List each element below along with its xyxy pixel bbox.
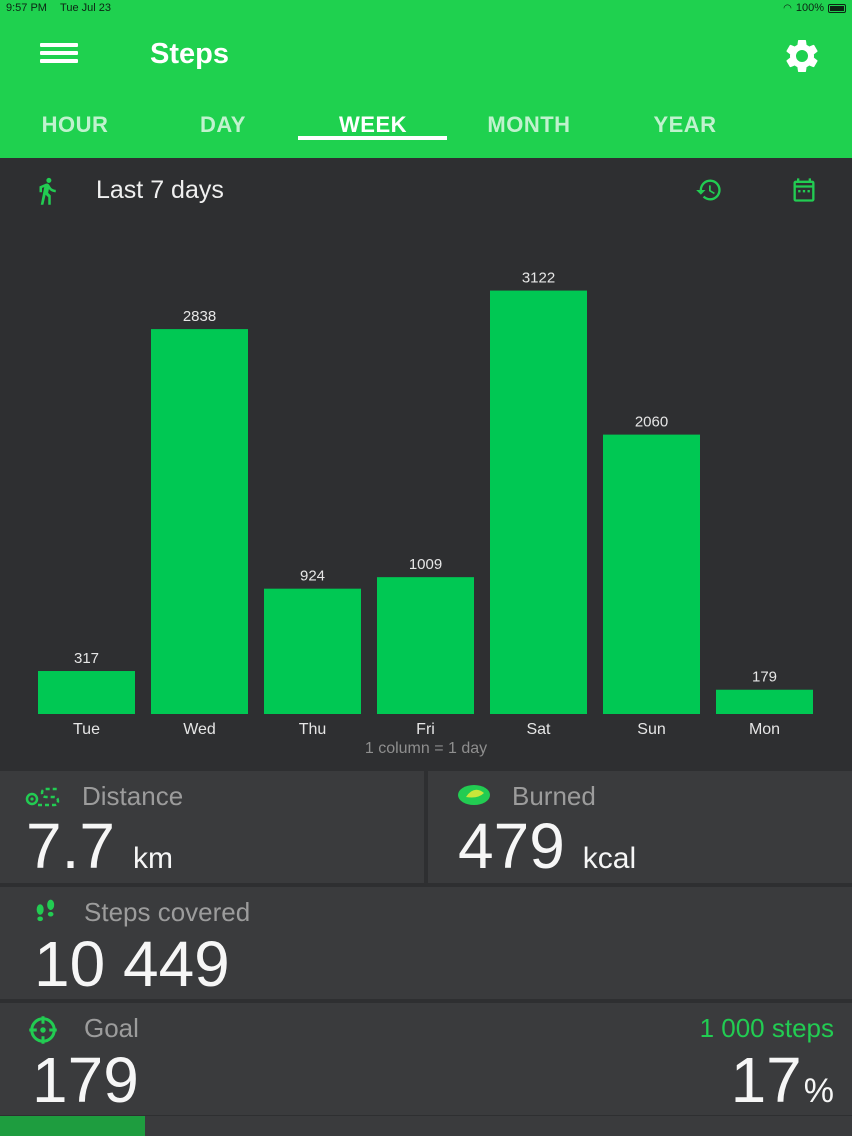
x-tick-label: Sat (526, 721, 551, 738)
burned-value-row: 479 kcal (458, 809, 636, 883)
page-title: Steps (150, 38, 229, 70)
bar-thu[interactable] (264, 588, 361, 714)
bar-fri[interactable] (377, 577, 474, 714)
burned-icon (458, 785, 490, 805)
gear-icon[interactable] (780, 36, 824, 76)
battery-icon (828, 3, 846, 13)
goal-percent-row: 17% (731, 1043, 834, 1117)
steps-value: 10 449 (34, 928, 230, 1000)
bar-value-label: 317 (74, 650, 99, 667)
range-label: Last 7 days (96, 176, 224, 204)
period-tabs: HOUR DAY WEEK MONTH YEAR (0, 106, 852, 158)
x-tick-label: Thu (299, 721, 327, 738)
distance-value: 7.7 (26, 810, 115, 882)
bar-sat[interactable] (490, 290, 587, 714)
goal-progress-track (0, 1116, 852, 1136)
x-tick-label: Fri (416, 721, 435, 738)
burned-card: Burned 479 kcal (428, 771, 852, 883)
bar-value-label: 3122 (522, 270, 555, 287)
bar-sun[interactable] (603, 434, 700, 714)
goal-icon (29, 1016, 57, 1044)
distance-label: Distance (82, 781, 184, 811)
tab-month[interactable]: MONTH (454, 106, 604, 158)
steps-card: Steps covered 10 449 (0, 887, 852, 1000)
goal-label: Goal (84, 1013, 139, 1043)
goal-percent-unit: % (803, 1072, 834, 1110)
steps-bar-chart: 317 Tue 2838 Wed 924 Thu 1009 Fri 3122 Sat 2060 Sun… (38, 270, 813, 738)
wifi-icon: ◠ (783, 2, 792, 14)
distance-unit: km (132, 842, 173, 875)
x-tick-label: Sun (637, 721, 665, 738)
menu-icon[interactable] (30, 38, 86, 72)
chart-subtitle: 1 column = 1 day (364, 740, 488, 757)
tab-week[interactable]: WEEK (298, 106, 448, 158)
bar-tue[interactable] (38, 671, 135, 714)
bar-wed[interactable] (151, 329, 248, 714)
x-tick-label: Tue (73, 721, 100, 738)
distance-value-row: 7.7 km (26, 809, 173, 883)
x-tick-label: Mon (749, 721, 780, 738)
history-icon[interactable] (692, 176, 726, 204)
goal-value: 179 (32, 1044, 139, 1116)
status-bar: 9:57 PM Tue Jul 23 ◠ 100% (0, 0, 852, 18)
bar-value-label: 179 (752, 669, 777, 686)
footsteps-icon (36, 899, 55, 922)
bar-value-label: 924 (300, 568, 325, 585)
distance-card: Distance 7.7 km (0, 771, 424, 883)
bar-value-label: 2838 (183, 308, 216, 325)
status-date: Tue Jul 23 (60, 2, 111, 14)
tab-day[interactable]: DAY (148, 106, 298, 158)
tab-indicator (298, 136, 447, 140)
bar-value-label: 2060 (635, 414, 668, 431)
bar-mon[interactable] (716, 689, 813, 714)
bar-value-label: 1009 (409, 556, 442, 573)
distance-icon (25, 787, 60, 807)
goal-target: 1 000 steps (699, 1013, 834, 1043)
status-time: 9:57 PM (6, 2, 47, 14)
burned-unit: kcal (582, 842, 637, 875)
steps-label: Steps covered (84, 897, 251, 927)
walk-icon (39, 177, 56, 205)
goal-percent: 17 (730, 1044, 802, 1116)
chart-panel: 317 Tue 2838 Wed 924 Thu 1009 Fri 3122 Sat 2060 Sun… (0, 158, 852, 768)
goal-progress-fill (0, 1116, 145, 1136)
burned-label: Burned (512, 781, 596, 811)
tab-year[interactable]: YEAR (610, 106, 760, 158)
goal-card: Goal 1 000 steps 179 17% (0, 1003, 852, 1117)
battery-percent: 100% (795, 2, 824, 14)
burned-value: 479 (458, 810, 565, 882)
tab-hour[interactable]: HOUR (0, 106, 150, 158)
calendar-icon[interactable] (786, 176, 822, 204)
x-tick-label: Wed (183, 721, 216, 738)
